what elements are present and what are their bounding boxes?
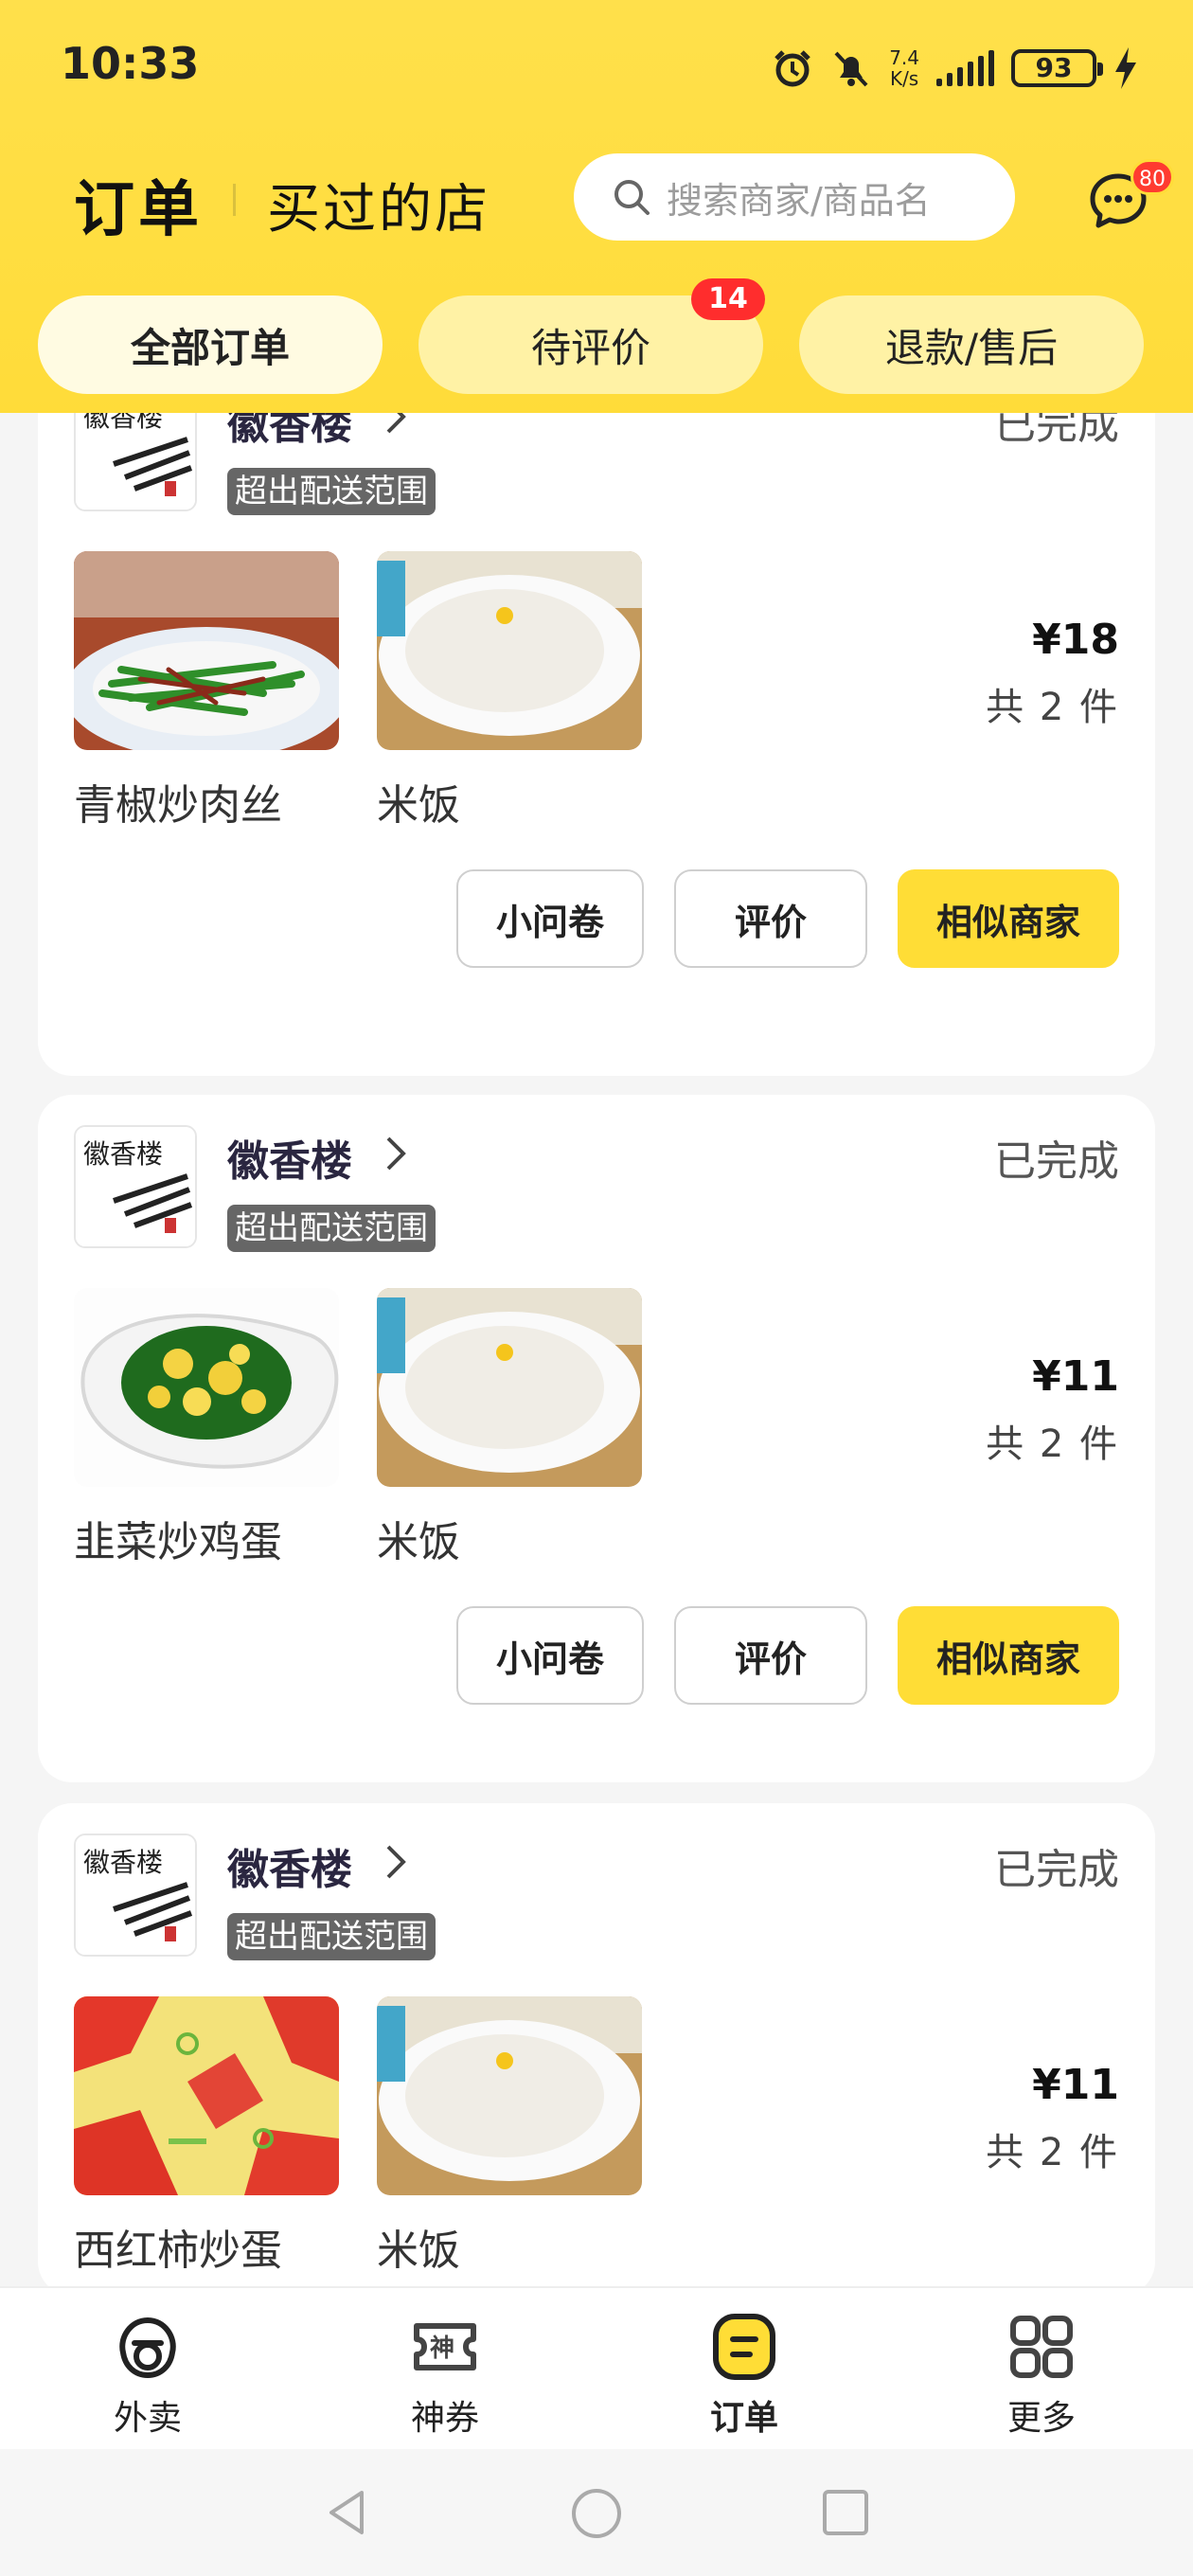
- rice-image: [377, 1288, 642, 1487]
- shop-name[interactable]: 徽香楼: [227, 1835, 352, 1896]
- more-grid-icon: [1010, 2316, 1073, 2378]
- chive-egg-image: [74, 1288, 339, 1487]
- search-placeholder: 搜索商家/商品名: [667, 179, 931, 222]
- order-price: ¥11: [1032, 1352, 1119, 1401]
- green-pepper-pork-image: [74, 551, 339, 750]
- similar-shops-button[interactable]: 相似商家: [898, 1606, 1119, 1705]
- shop-logo[interactable]: 徽香楼: [74, 1125, 197, 1248]
- nav-orders[interactable]: 订单: [650, 2309, 839, 2440]
- order-nav: 订单 买过的店 搜索商家/商品名 80: [0, 152, 1193, 246]
- svg-text:徽香楼: 徽香楼: [83, 1847, 163, 1878]
- back-icon[interactable]: [322, 2487, 373, 2538]
- shop-name[interactable]: 徽香楼: [227, 1127, 352, 1188]
- status-time: 10:33: [61, 38, 200, 89]
- survey-button[interactable]: 小问卷: [456, 869, 644, 968]
- order-card[interactable]: 徽香楼 徽香楼 已完成 超出配送范围 西红柿炒蛋 米饭 ¥11 共 2 件: [38, 1803, 1155, 2296]
- messages-button[interactable]: 80: [1087, 159, 1174, 237]
- order-status: 已完成: [994, 1846, 1119, 1894]
- system-nav-bar: [0, 2449, 1193, 2576]
- item-name: 青椒炒肉丝: [74, 781, 282, 830]
- message-badge: 80: [1131, 159, 1174, 195]
- review-button[interactable]: 评价: [674, 869, 867, 968]
- shop-logo-image: 徽香楼: [76, 1127, 195, 1246]
- shop-logo[interactable]: 徽香楼: [74, 1834, 197, 1957]
- search-icon: [614, 180, 650, 215]
- pending-review-badge: 14: [691, 278, 765, 320]
- item-name: 西红柿炒蛋: [74, 2227, 282, 2275]
- out-of-range-tag: 超出配送范围: [227, 1205, 436, 1252]
- order-item[interactable]: 米饭: [377, 1996, 642, 2277]
- review-button[interactable]: 评价: [674, 1606, 867, 1705]
- nav-label: 订单: [709, 2399, 778, 2438]
- home-icon[interactable]: [570, 2487, 623, 2540]
- order-item[interactable]: 青椒炒肉丝: [74, 551, 339, 832]
- order-item[interactable]: 米饭: [377, 551, 642, 832]
- network-speed: 7.4 K/s: [889, 46, 919, 90]
- item-name: 韭菜炒鸡蛋: [74, 1518, 282, 1566]
- filter-all-orders[interactable]: 全部订单: [38, 295, 383, 394]
- status-bar: 10:33 7.4 K/s 93: [0, 0, 1193, 137]
- charging-icon: [1115, 47, 1136, 89]
- order-price: ¥11: [1032, 2061, 1119, 2109]
- order-price: ¥18: [1032, 616, 1119, 664]
- svg-text:徽香楼: 徽香楼: [83, 1138, 163, 1170]
- tomato-egg-image: [74, 1996, 339, 2195]
- order-card[interactable]: 徽香楼 徽香楼 已完成 超出配送范围 青椒炒肉丝 米饭 ¥18 共 2 件 小问…: [38, 386, 1155, 1076]
- item-name: 米饭: [377, 781, 460, 830]
- order-status: 已完成: [994, 1137, 1119, 1186]
- order-item[interactable]: 韭菜炒鸡蛋: [74, 1288, 339, 1568]
- order-filters: 全部订单 待评价 14 退款/售后: [0, 278, 1193, 396]
- alarm-icon: [775, 50, 810, 87]
- search-input[interactable]: 搜索商家/商品名: [574, 153, 1015, 241]
- svg-text:神: 神: [430, 2334, 454, 2363]
- order-quantity: 共 2 件: [986, 2131, 1119, 2174]
- battery-icon: 93: [1011, 49, 1103, 87]
- rice-image: [377, 1996, 642, 2195]
- nav-label: 神券: [410, 2399, 479, 2438]
- nav-label: 外卖: [113, 2399, 182, 2438]
- app-header: 10:33 7.4 K/s 93 订单 买过的店 搜索商家/商品名 80 全部订…: [0, 0, 1193, 413]
- out-of-range-tag: 超出配送范围: [227, 468, 436, 515]
- tab-orders[interactable]: 订单: [74, 161, 203, 248]
- battery-level: 93: [1035, 52, 1073, 83]
- shop-logo-image: 徽香楼: [76, 1835, 195, 1955]
- nav-more[interactable]: 更多: [947, 2309, 1136, 2440]
- order-quantity: 共 2 件: [986, 686, 1119, 729]
- item-name: 米饭: [377, 1518, 460, 1566]
- rice-image: [377, 551, 642, 750]
- item-name: 米饭: [377, 2227, 460, 2275]
- order-item[interactable]: 西红柿炒蛋: [74, 1996, 339, 2277]
- coupon-icon: 神: [414, 2323, 476, 2370]
- takeout-icon: [119, 2317, 176, 2379]
- recents-icon[interactable]: [820, 2487, 871, 2538]
- order-icon: [713, 2314, 775, 2380]
- bottom-nav: 外卖 神 神券 订单 更多: [0, 2286, 1193, 2449]
- tab-purchased-shops[interactable]: 买过的店: [267, 167, 490, 243]
- mute-icon: [834, 51, 868, 87]
- status-icons: 7.4 K/s 93: [772, 40, 1138, 97]
- nav-label: 更多: [1006, 2399, 1076, 2438]
- order-quantity: 共 2 件: [986, 1422, 1119, 1466]
- similar-shops-button[interactable]: 相似商家: [898, 869, 1119, 968]
- order-card[interactable]: 徽香楼 徽香楼 已完成 超出配送范围 韭菜炒鸡蛋 米饭 ¥11 共 2 件 小问…: [38, 1095, 1155, 1782]
- filter-refund[interactable]: 退款/售后: [799, 295, 1144, 394]
- signal-icon: [936, 50, 994, 86]
- filter-pending-review[interactable]: 待评价 14: [418, 278, 765, 394]
- out-of-range-tag: 超出配送范围: [227, 1913, 436, 1960]
- nav-coupons[interactable]: 神 神券: [350, 2309, 540, 2440]
- chevron-right-icon[interactable]: [381, 1843, 409, 1881]
- order-item[interactable]: 米饭: [377, 1288, 642, 1568]
- survey-button[interactable]: 小问卷: [456, 1606, 644, 1705]
- nav-divider: [233, 184, 236, 216]
- nav-takeout[interactable]: 外卖: [53, 2309, 242, 2440]
- chevron-right-icon[interactable]: [381, 1135, 409, 1172]
